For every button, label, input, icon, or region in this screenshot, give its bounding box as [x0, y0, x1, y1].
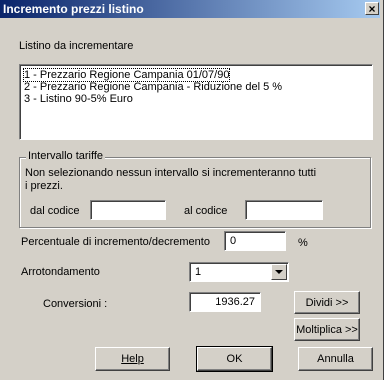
help-button[interactable]: Help	[95, 347, 170, 371]
percentuale-unit: %	[298, 237, 308, 249]
al-codice-label: al codice	[184, 205, 228, 217]
moltiplica-button[interactable]: Moltiplica >>	[294, 318, 360, 341]
listino-label: Listino da incrementare	[19, 40, 134, 52]
intervallo-note-line1: Non selezionando nessun intervallo si in…	[25, 167, 317, 179]
conversioni-input[interactable]: 1936.27	[189, 292, 261, 312]
percentuale-input[interactable]: 0	[224, 231, 286, 251]
dropdown-button[interactable]	[271, 264, 287, 280]
dividi-button-label: Dividi >>	[305, 296, 349, 309]
arrotondamento-value: 1	[195, 266, 202, 278]
arrotondamento-select[interactable]: 1	[189, 262, 289, 282]
moltiplica-button-label: Moltiplica >>	[296, 323, 358, 336]
percentuale-value: 0	[230, 235, 237, 247]
intervallo-note-line2: i prezzi.	[25, 180, 63, 192]
close-icon: ×	[368, 1, 376, 16]
dividi-button[interactable]: Dividi >>	[294, 291, 360, 314]
intervallo-tariffe-caption: Intervallo tariffe	[26, 150, 106, 162]
help-button-label: Help	[121, 353, 144, 365]
conversioni-value: 1936.27	[215, 296, 255, 308]
annulla-button-label: Annulla	[317, 353, 354, 365]
list-item[interactable]: 3 - Listino 90-5% Euro	[24, 93, 133, 105]
list-item[interactable]: 2 - Prezzario Regione Campania - Riduzio…	[24, 81, 282, 93]
arrotondamento-label: Arrotondamento	[21, 266, 100, 278]
dal-codice-label: dal codice	[30, 205, 80, 217]
chevron-down-icon	[275, 269, 283, 274]
listino-listbox[interactable]: 1 - Prezzario Regione Campania 01/07/90 …	[19, 64, 373, 140]
ok-button-label: OK	[226, 353, 243, 365]
dialog-window: Incremento prezzi listino × Listino da i…	[0, 0, 384, 380]
dal-codice-input[interactable]	[90, 200, 166, 220]
al-codice-input[interactable]	[245, 200, 323, 220]
dialog-title: Incremento prezzi listino	[3, 2, 144, 16]
close-button[interactable]: ×	[365, 2, 379, 15]
ok-button[interactable]: OK	[196, 346, 273, 372]
conversioni-label: Conversioni :	[43, 298, 108, 310]
annulla-button[interactable]: Annulla	[298, 347, 373, 371]
percentuale-label: Percentuale di incremento/decremento	[21, 236, 210, 248]
list-item[interactable]: 1 - Prezzario Regione Campania 01/07/90	[22, 68, 231, 82]
title-bar[interactable]: Incremento prezzi listino ×	[0, 0, 380, 18]
